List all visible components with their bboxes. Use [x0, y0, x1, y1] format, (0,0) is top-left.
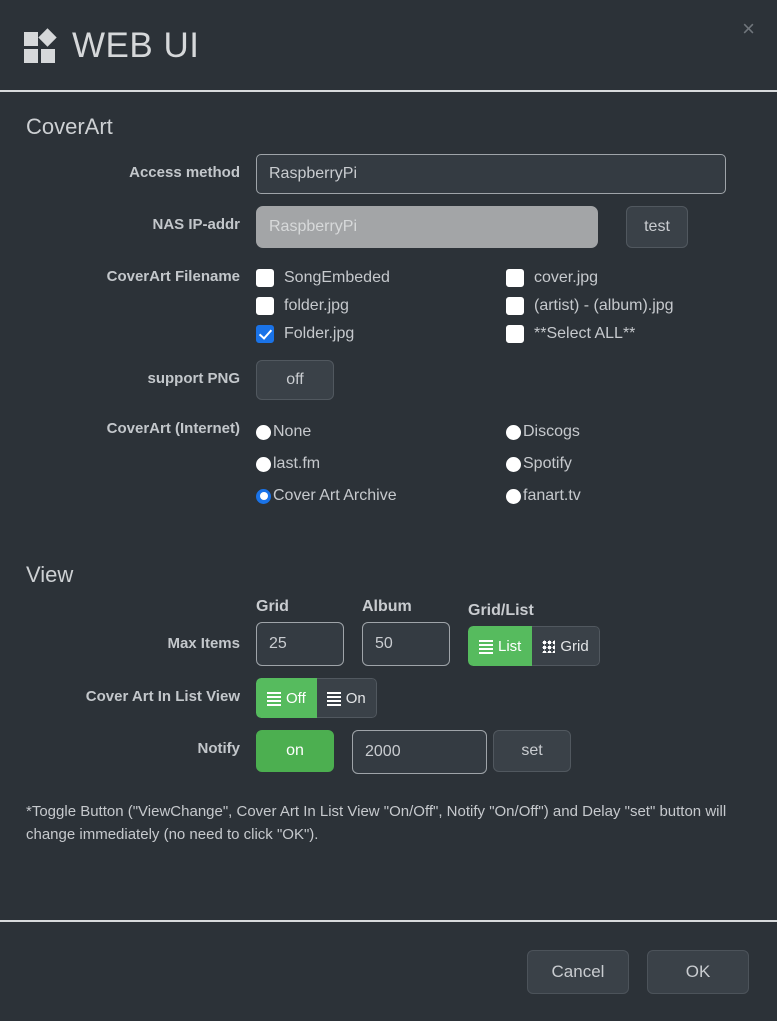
notify-toggle-button[interactable]: on: [256, 730, 334, 772]
radio-lastfm[interactable]: last.fm: [256, 448, 506, 480]
radio-icon[interactable]: [256, 456, 271, 472]
cover-art-list-view-label: Cover Art In List View: [85, 688, 240, 705]
support-png-toggle[interactable]: off: [256, 360, 334, 400]
album-caption: Album: [362, 598, 412, 615]
grid-icon: [542, 639, 556, 653]
toggle-label: Off: [286, 689, 306, 707]
dialog-header: WEB UI ×: [0, 0, 777, 92]
toggle-option-grid[interactable]: Grid: [532, 626, 600, 666]
max-items-grid-group: Grid: [256, 598, 344, 666]
checkbox-label: (artist) - (album).jpg: [534, 297, 674, 314]
close-icon[interactable]: ×: [742, 18, 755, 40]
view-section-title: View: [26, 562, 74, 587]
checkbox-folder-jpg-lower[interactable]: folder.jpg: [256, 292, 506, 320]
radio-cover-art-archive[interactable]: Cover Art Archive: [256, 480, 506, 512]
radio-discogs[interactable]: Discogs: [506, 416, 756, 448]
max-items-album-group: Album: [362, 598, 450, 666]
checkbox-songembeded[interactable]: SongEmbeded: [256, 264, 506, 292]
checkbox-label: SongEmbeded: [284, 269, 390, 286]
page-title: WEB UI: [72, 25, 200, 65]
row-max-items: Max Items Grid Album Grid/List List: [0, 596, 777, 672]
coverart-section-title: CoverArt: [26, 114, 113, 139]
list-icon: [326, 692, 341, 706]
support-png-label: support PNG: [147, 370, 241, 387]
radio-label: last.fm: [273, 455, 321, 472]
notify-label: Notify: [197, 740, 241, 757]
access-method-label: Access method: [129, 164, 240, 181]
dialog-footer: Cancel OK: [0, 920, 777, 1021]
notify-delay-input[interactable]: [352, 730, 487, 774]
toggle-option-on[interactable]: On: [316, 678, 377, 718]
dialog-body: CoverArt Access method NAS IP-addr test …: [0, 92, 777, 920]
ok-button[interactable]: OK: [647, 949, 749, 994]
nas-ip-input[interactable]: [256, 206, 598, 248]
checkbox-select-all[interactable]: **Select ALL**: [506, 320, 756, 348]
checkbox-icon[interactable]: [506, 297, 524, 315]
checkbox-icon[interactable]: [256, 297, 274, 315]
checkbox-icon[interactable]: [256, 269, 274, 287]
cover-art-list-view-toggle: Off On: [256, 678, 377, 718]
radio-icon[interactable]: [256, 424, 271, 440]
toggle-label: On: [345, 689, 366, 707]
cancel-button[interactable]: Cancel: [527, 949, 629, 994]
radio-icon[interactable]: [506, 424, 521, 440]
radio-label: Cover Art Archive: [273, 487, 397, 504]
max-items-album-input[interactable]: [362, 622, 450, 666]
list-icon: [479, 640, 493, 654]
list-icon: [267, 692, 281, 706]
row-notify: Notify on set: [0, 724, 777, 780]
radio-label: Discogs: [523, 423, 580, 440]
radio-icon[interactable]: [506, 488, 521, 504]
section-view: View Max Items Grid Album Grid/List: [0, 538, 777, 847]
toggle-option-off[interactable]: Off: [256, 678, 317, 718]
radio-label: fanart.tv: [523, 487, 581, 504]
radio-icon[interactable]: [506, 456, 521, 472]
access-method-input[interactable]: [256, 154, 726, 194]
checkbox-label: folder.jpg: [284, 297, 349, 314]
checkbox-icon[interactable]: [256, 325, 274, 343]
grid-caption: Grid: [256, 598, 289, 615]
grid-list-toggle: List Grid: [468, 626, 600, 666]
test-button[interactable]: test: [626, 206, 688, 248]
checkbox-label: Folder.jpg: [284, 325, 355, 342]
section-coverart: CoverArt Access method NAS IP-addr test …: [0, 92, 777, 538]
toggle-label: List: [498, 637, 522, 655]
radio-none[interactable]: None: [256, 416, 506, 448]
checkbox-icon[interactable]: [506, 269, 524, 287]
row-access-method: Access method: [0, 148, 777, 200]
checkbox-folder-jpg-upper[interactable]: Folder.jpg: [256, 320, 506, 348]
footnote-text: *Toggle Button ("ViewChange", Cover Art …: [26, 803, 727, 844]
toggle-label: Grid: [560, 637, 589, 655]
coverart-internet-label: CoverArt (Internet): [106, 420, 240, 437]
row-cover-art-list-view: Cover Art In List View Off On: [0, 672, 777, 724]
radio-fanart-tv[interactable]: fanart.tv: [506, 480, 756, 512]
checkbox-cover-jpg[interactable]: cover.jpg: [506, 264, 756, 292]
coverart-filename-label: CoverArt Filename: [106, 268, 240, 285]
checkbox-label: cover.jpg: [534, 269, 599, 286]
radio-icon[interactable]: [256, 488, 271, 504]
grid-diamond-logo-icon: [24, 28, 58, 63]
nas-ip-label: NAS IP-addr: [152, 216, 240, 233]
radio-label: Spotify: [523, 455, 572, 472]
grid-list-toggle-group: Grid/List List Grid: [468, 602, 600, 666]
row-coverart-internet: CoverArt (Internet) None Discogs last.fm…: [0, 406, 777, 518]
max-items-label: Max Items: [167, 635, 240, 652]
max-items-grid-input[interactable]: [256, 622, 344, 666]
radio-label: None: [273, 423, 312, 440]
checkbox-artist-album-jpg[interactable]: (artist) - (album).jpg: [506, 292, 756, 320]
checkbox-label: **Select ALL**: [534, 325, 636, 342]
row-coverart-filename: CoverArt Filename SongEmbeded cover.jpg: [0, 254, 777, 354]
row-support-png: support PNG off: [0, 354, 777, 406]
coverart-internet-options: None Discogs last.fm Spotify Cover Art A…: [256, 412, 756, 512]
radio-spotify[interactable]: Spotify: [506, 448, 756, 480]
checkbox-icon[interactable]: [506, 325, 524, 343]
coverart-filename-options: SongEmbeded cover.jpg folder.jpg (artist…: [256, 260, 756, 348]
web-ui-settings-dialog: WEB UI × CoverArt Access method NAS IP-a…: [0, 0, 777, 1021]
grid-list-caption: Grid/List: [468, 602, 534, 619]
notify-set-button[interactable]: set: [493, 730, 571, 772]
toggle-option-list[interactable]: List: [468, 626, 533, 666]
row-nas-ip: NAS IP-addr test: [0, 200, 777, 254]
